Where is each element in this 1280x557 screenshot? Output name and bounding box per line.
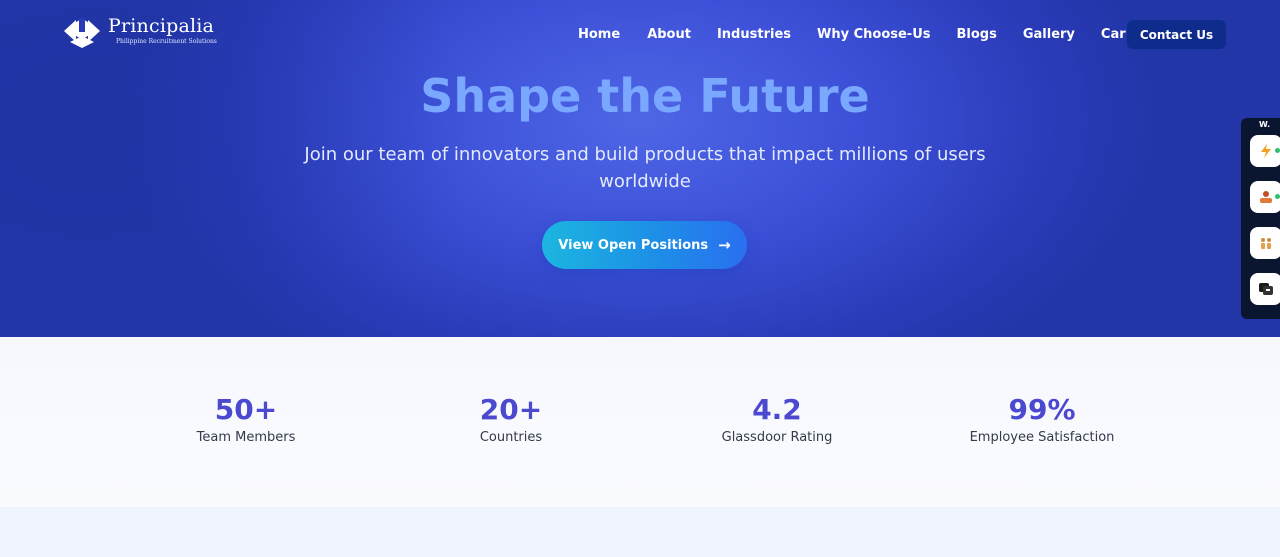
stat-value: 4.2 bbox=[752, 393, 802, 426]
stat-glassdoor-rating: 4.2 Glassdoor Rating bbox=[657, 393, 897, 448]
stat-label: Glassdoor Rating bbox=[721, 430, 833, 445]
brand-tagline: Philippine Recruitment Solutions bbox=[116, 38, 217, 45]
nav-gallery[interactable]: Gallery bbox=[1023, 25, 1075, 45]
stat-value: 50+ bbox=[214, 393, 278, 426]
nav-industries[interactable]: Industries bbox=[717, 25, 791, 45]
logo-mark-icon bbox=[64, 18, 100, 48]
lightning-icon[interactable] bbox=[1250, 135, 1280, 167]
stat-label: Employee Satisfaction bbox=[969, 430, 1115, 445]
people-icon[interactable] bbox=[1250, 227, 1280, 259]
brand-name: Principalia bbox=[108, 15, 215, 37]
arrow-right-icon: → bbox=[718, 236, 731, 254]
stat-value: 20+ bbox=[479, 393, 543, 426]
stat-value: 99% bbox=[1008, 393, 1076, 426]
stat-countries: 20+ Countries bbox=[391, 393, 631, 448]
widget-label: W. bbox=[1259, 120, 1271, 129]
nav-why-choose-us[interactable]: Why Choose-Us bbox=[817, 25, 931, 45]
contact-us-button[interactable]: Contact Us bbox=[1126, 19, 1227, 50]
hero-title: Shape the Future bbox=[420, 69, 870, 123]
brand-logo[interactable]: Principalia Philippine Recruitment Solut… bbox=[62, 14, 217, 48]
hero-subtitle: Join our team of innovators and build pr… bbox=[304, 144, 986, 192]
stat-label: Countries bbox=[479, 430, 543, 445]
hero-section: Principalia Philippine Recruitment Solut… bbox=[0, 0, 1280, 337]
stat-team-members: 50+ Team Members bbox=[126, 393, 366, 448]
nav-home[interactable]: Home bbox=[578, 25, 620, 45]
stats-section: 50+ Team Members 20+ Countries 4.2 Glass… bbox=[0, 337, 1280, 507]
person-icon[interactable] bbox=[1250, 181, 1280, 213]
side-widget: W. bbox=[1241, 118, 1280, 319]
chat-icon[interactable] bbox=[1250, 273, 1280, 305]
view-open-positions-button[interactable]: View Open Positions → bbox=[542, 221, 747, 269]
stat-label: Team Members bbox=[196, 430, 296, 445]
next-section-band bbox=[0, 507, 1280, 557]
cta-label: View Open Positions bbox=[558, 237, 709, 253]
nav-blogs[interactable]: Blogs bbox=[957, 25, 997, 45]
nav-about[interactable]: About bbox=[647, 25, 691, 45]
main-nav: Home About Industries Why Choose-Us Blog… bbox=[578, 25, 1183, 45]
stat-employee-satisfaction: 99% Employee Satisfaction bbox=[922, 393, 1162, 448]
